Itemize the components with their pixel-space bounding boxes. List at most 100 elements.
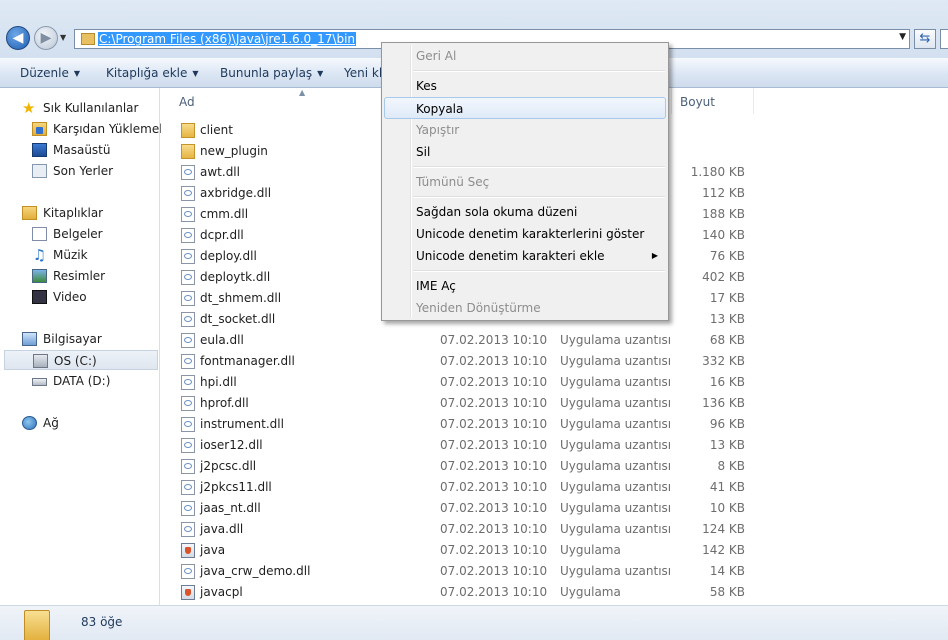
file-size: 17 KB bbox=[709, 291, 745, 305]
nav-item-drive-d[interactable]: DATA (D:) bbox=[32, 371, 152, 391]
file-name: javacpl bbox=[200, 585, 243, 599]
refresh-button[interactable]: ⇆ bbox=[914, 29, 936, 49]
file-name: hpi.dll bbox=[200, 375, 237, 389]
nav-favorites[interactable]: ★ Sık Kullanılanlar bbox=[22, 98, 152, 118]
nav-item-recent-places[interactable]: Son Yerler bbox=[32, 161, 152, 181]
file-row[interactable]: ioser12.dll 07.02.2013 10:10 Uygulama uzan… bbox=[161, 435, 948, 456]
file-name: eula.dll bbox=[200, 333, 244, 347]
column-divider[interactable] bbox=[753, 88, 754, 114]
file-row[interactable]: hprof.dll 07.02.2013 10:10 Uygulama uzantı… bbox=[161, 393, 948, 414]
file-size: 68 KB bbox=[709, 333, 745, 347]
nav-item-label: Video bbox=[53, 290, 87, 304]
file-size: 58 KB bbox=[709, 585, 745, 599]
file-date: 07.02.2013 10:10 bbox=[440, 333, 548, 347]
file-name: jaas_nt.dll bbox=[200, 501, 261, 515]
menu-item-label: Kes bbox=[416, 79, 437, 93]
organize-menu-button[interactable]: Düzenle ▼ bbox=[20, 66, 80, 80]
file-name: deploy.dll bbox=[200, 249, 257, 263]
nav-item-pictures[interactable]: Resimler bbox=[32, 266, 152, 286]
share-with-button[interactable]: Bununla paylaş ▼ bbox=[220, 66, 323, 80]
file-row[interactable]: java_crw_demo.dll 07.02.2013 10:10 Uygulam… bbox=[161, 561, 948, 582]
file-row[interactable]: hpi.dll 07.02.2013 10:10 Uygulama uzantısı… bbox=[161, 372, 948, 393]
add-to-library-button[interactable]: Kitaplığa ekle ▼ bbox=[106, 66, 199, 80]
menu-item-undo[interactable]: Geri Al bbox=[384, 45, 666, 67]
refresh-icon: ⇆ bbox=[919, 31, 931, 46]
recent-places-icon bbox=[32, 164, 47, 178]
menu-item-show-unicode-control[interactable]: Unicode denetim karakterlerini göster bbox=[384, 223, 666, 245]
file-name: java bbox=[200, 543, 226, 557]
menu-item-copy[interactable]: Kopyala bbox=[384, 97, 666, 119]
column-size-header[interactable]: Boyut bbox=[680, 95, 715, 109]
file-row[interactable]: java.dll 07.02.2013 10:10 Uygulama uzantıs… bbox=[161, 519, 948, 540]
file-size: 13 KB bbox=[709, 312, 745, 326]
menu-item-insert-unicode-control[interactable]: Unicode denetim karakteri ekle ▶ bbox=[384, 245, 666, 267]
file-name: cmm.dll bbox=[200, 207, 249, 221]
file-size: 8 KB bbox=[717, 459, 745, 473]
menu-item-paste[interactable]: Yapıştır bbox=[384, 119, 666, 141]
share-with-label: Bununla paylaş bbox=[220, 66, 313, 80]
desktop-icon bbox=[32, 143, 47, 157]
folder-icon bbox=[181, 123, 195, 138]
nav-item-desktop[interactable]: Masaüstü bbox=[32, 140, 152, 160]
nav-item-videos[interactable]: Video bbox=[32, 287, 152, 307]
system-drive-icon bbox=[33, 354, 48, 368]
file-name: j2pcsc.dll bbox=[200, 459, 257, 473]
context-menu: Geri Al Kes Kopyala Yapıştır Sil Tümünü … bbox=[381, 42, 669, 321]
file-row[interactable]: j2pcsc.dll 07.02.2013 10:10 Uygulama uzant… bbox=[161, 456, 948, 477]
menu-item-cut[interactable]: Kes bbox=[384, 75, 666, 97]
dll-file-icon bbox=[181, 501, 195, 516]
nav-libraries[interactable]: Kitaplıklar bbox=[22, 203, 152, 223]
search-input[interactable] bbox=[940, 29, 948, 49]
dll-file-icon bbox=[181, 291, 195, 306]
column-divider[interactable] bbox=[671, 88, 672, 114]
menu-item-open-ime[interactable]: IME Aç bbox=[384, 275, 666, 297]
dll-file-icon bbox=[181, 228, 195, 243]
nav-network[interactable]: Ağ bbox=[22, 413, 152, 433]
file-type: Uygulama uzantısı bbox=[560, 522, 672, 536]
menu-item-reconversion[interactable]: Yeniden Dönüştürme bbox=[384, 297, 666, 319]
organize-label: Düzenle bbox=[20, 66, 69, 80]
nav-item-label: Karşıdan Yüklemeler bbox=[53, 122, 175, 136]
menu-item-label: Geri Al bbox=[416, 49, 457, 63]
file-name: java.dll bbox=[200, 522, 244, 536]
menu-item-rtl-reading-order[interactable]: Sağdan sola okuma düzeni bbox=[384, 201, 666, 223]
file-type: Uygulama uzantısı bbox=[560, 438, 672, 452]
file-row[interactable]: fontmanager.dll 07.02.2013 10:10 Uygulama … bbox=[161, 351, 948, 372]
file-size: 142 KB bbox=[702, 543, 745, 557]
menu-item-select-all[interactable]: Tümünü Seç bbox=[384, 171, 666, 193]
dll-file-icon bbox=[181, 480, 195, 495]
file-date: 07.02.2013 10:10 bbox=[440, 438, 548, 452]
nav-computer[interactable]: Bilgisayar bbox=[22, 329, 152, 349]
dll-file-icon bbox=[181, 165, 195, 180]
file-date: 07.02.2013 10:10 bbox=[440, 417, 548, 431]
file-name: axbridge.dll bbox=[200, 186, 272, 200]
folder-icon bbox=[24, 610, 50, 640]
file-date: 07.02.2013 10:10 bbox=[440, 543, 548, 557]
file-row[interactable]: j2pkcs11.dll 07.02.2013 10:10 Uygulama uza… bbox=[161, 477, 948, 498]
nav-item-music[interactable]: ♫ Müzik bbox=[32, 245, 152, 265]
dll-file-icon bbox=[181, 459, 195, 474]
computer-icon bbox=[22, 332, 37, 346]
file-row[interactable]: java 07.02.2013 10:10 Uygulama 142 KB bbox=[161, 540, 948, 561]
nav-item-drive-c[interactable]: OS (C:) bbox=[4, 350, 158, 370]
address-history-dropdown-icon[interactable]: ▼ bbox=[899, 32, 906, 42]
forward-button[interactable]: ▶ bbox=[34, 26, 58, 50]
nav-item-downloads[interactable]: Karşıdan Yüklemeler bbox=[32, 119, 175, 139]
file-name: new_plugin bbox=[200, 144, 268, 158]
menu-item-delete[interactable]: Sil bbox=[384, 141, 666, 163]
recent-pages-dropdown[interactable]: ▼ bbox=[60, 33, 70, 43]
nav-item-documents[interactable]: Belgeler bbox=[32, 224, 152, 244]
file-row[interactable]: javacpl 07.02.2013 10:10 Uygulama 58 KB bbox=[161, 582, 948, 603]
file-row[interactable]: eula.dll 07.02.2013 10:10 Uygulama uzantıs… bbox=[161, 330, 948, 351]
address-path-text[interactable]: C:\Program Files (x86)\Java\jre1.6.0_17\… bbox=[98, 32, 357, 46]
dll-file-icon bbox=[181, 333, 195, 348]
dll-file-icon bbox=[181, 375, 195, 390]
file-row[interactable]: jaas_nt.dll 07.02.2013 10:10 Uygulama uzan… bbox=[161, 498, 948, 519]
dll-file-icon bbox=[181, 417, 195, 432]
file-row[interactable]: instrument.dll 07.02.2013 10:10 Uygulama u… bbox=[161, 414, 948, 435]
back-button[interactable]: ◀ bbox=[6, 26, 30, 50]
file-type: Uygulama uzantısı bbox=[560, 375, 672, 389]
nav-item-label: Son Yerler bbox=[53, 164, 114, 178]
column-name-header[interactable]: Ad bbox=[179, 95, 195, 109]
nav-item-label: Masaüstü bbox=[53, 143, 111, 157]
